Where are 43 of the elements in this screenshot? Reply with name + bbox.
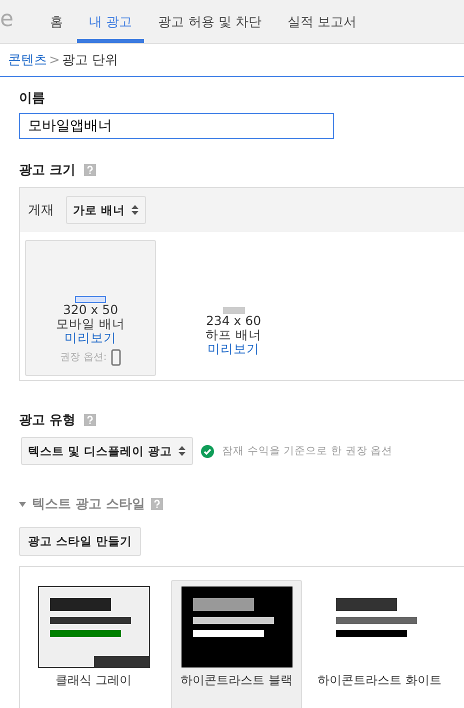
ad-type-select[interactable]: 텍스트 및 디스플레이 광고	[21, 437, 194, 465]
nav-tab[interactable]: 광고 허용 및 차단	[146, 0, 274, 43]
help-icon[interactable]	[84, 414, 96, 426]
sort-arrows-icon	[178, 445, 186, 457]
banner-size-icon	[222, 306, 244, 314]
banner-size-icon	[75, 296, 106, 303]
preview-link[interactable]: 미리보기	[64, 331, 116, 345]
section-title: 광고 크기	[19, 162, 76, 179]
size-name: 하프 배너	[206, 328, 262, 342]
help-icon[interactable]	[151, 498, 164, 510]
help-icon[interactable]	[84, 164, 96, 176]
ad-size-card[interactable]: 234 x 60 하프 배너 미리보기	[168, 240, 299, 376]
size-dimensions: 320 x 50	[62, 303, 118, 317]
recommendation-note: 잠재 수익을 기준으로 한 권장 옵션	[222, 444, 393, 458]
ad-style-card[interactable]: 하이콘트라스트 화이트	[314, 580, 445, 708]
nav-tab[interactable]: 홈	[38, 0, 75, 43]
sort-arrows-icon	[131, 204, 140, 216]
name-input[interactable]: 모바일앱배너	[19, 113, 334, 139]
ad-style-card[interactable]: 하이콘트라스트 블랙	[171, 580, 302, 708]
breadcrumb-link[interactable]: 콘텐츠	[8, 51, 47, 69]
style-label: 하이콘트라스트 화이트	[316, 674, 442, 687]
logo-text: e	[0, 7, 15, 34]
collapse-triangle-icon[interactable]	[19, 502, 26, 506]
section-title: 광고 유형	[19, 412, 76, 429]
preview-link[interactable]: 미리보기	[208, 342, 260, 356]
breadcrumb-current: 광고 단위	[62, 52, 118, 69]
placement-select[interactable]: 가로 배너	[66, 196, 146, 224]
field-label: 이름	[19, 90, 45, 107]
section-title: 텍스트 광고 스타일	[32, 496, 146, 513]
recommended-label: 권장 옵션:	[60, 350, 107, 364]
nav-tab[interactable]: 실적 보고서	[276, 0, 369, 43]
phone-icon	[110, 349, 121, 366]
create-style-button[interactable]: 광고 스타일 만들기	[19, 527, 142, 556]
placement-label: 게재	[28, 202, 54, 219]
nav-tab[interactable]: 내 광고	[77, 0, 144, 43]
style-label: 하이콘트라스트 블랙	[180, 674, 294, 687]
style-label: 클래식 그레이	[54, 674, 132, 687]
size-name: 모바일 배너	[56, 317, 125, 331]
ad-style-card[interactable]: 클래식 그레이	[28, 580, 159, 708]
size-dimensions: 234 x 60	[206, 314, 262, 328]
ad-size-card[interactable]: 320 x 50 모바일 배너 미리보기 권장 옵션:	[25, 240, 156, 376]
breadcrumb-separator: >	[49, 52, 60, 68]
check-circle-icon	[201, 444, 214, 458]
